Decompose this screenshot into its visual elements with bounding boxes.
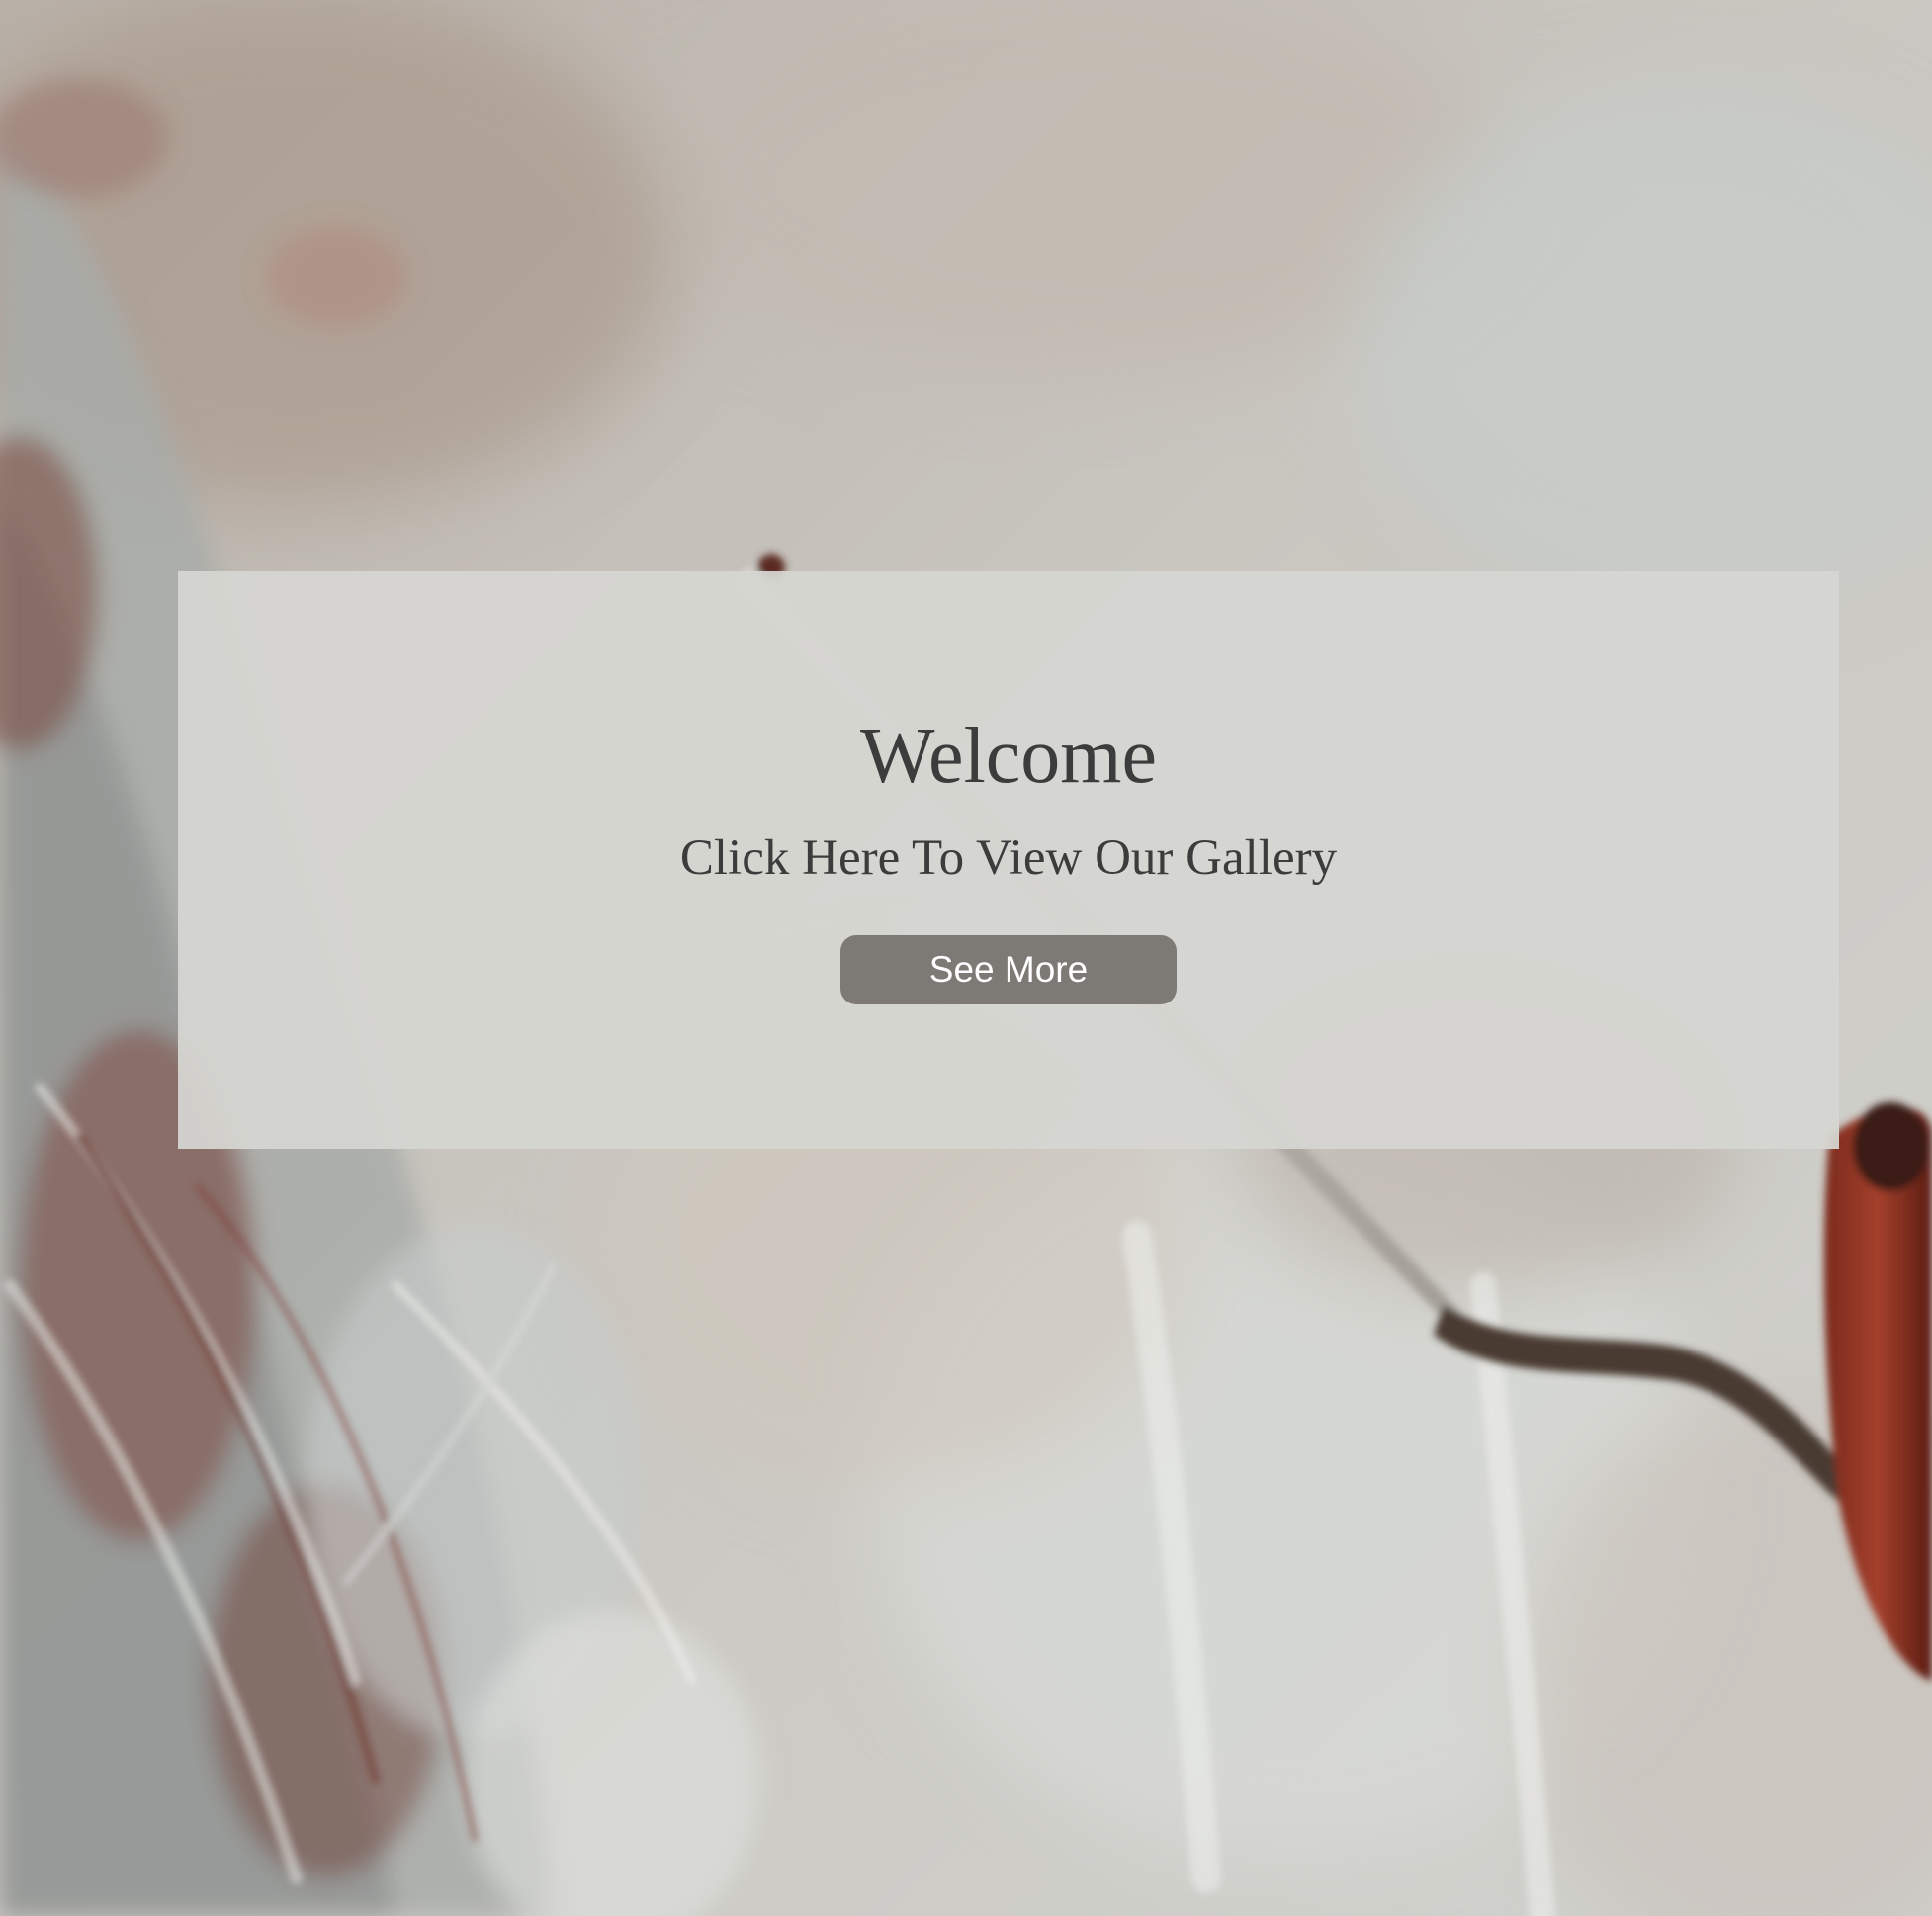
welcome-panel: Welcome Click Here To View Our Gallery S… <box>178 571 1839 1149</box>
welcome-title: Welcome <box>859 712 1158 800</box>
see-more-button[interactable]: See More <box>840 934 1177 1004</box>
gallery-subtitle[interactable]: Click Here To View Our Gallery <box>680 832 1337 884</box>
